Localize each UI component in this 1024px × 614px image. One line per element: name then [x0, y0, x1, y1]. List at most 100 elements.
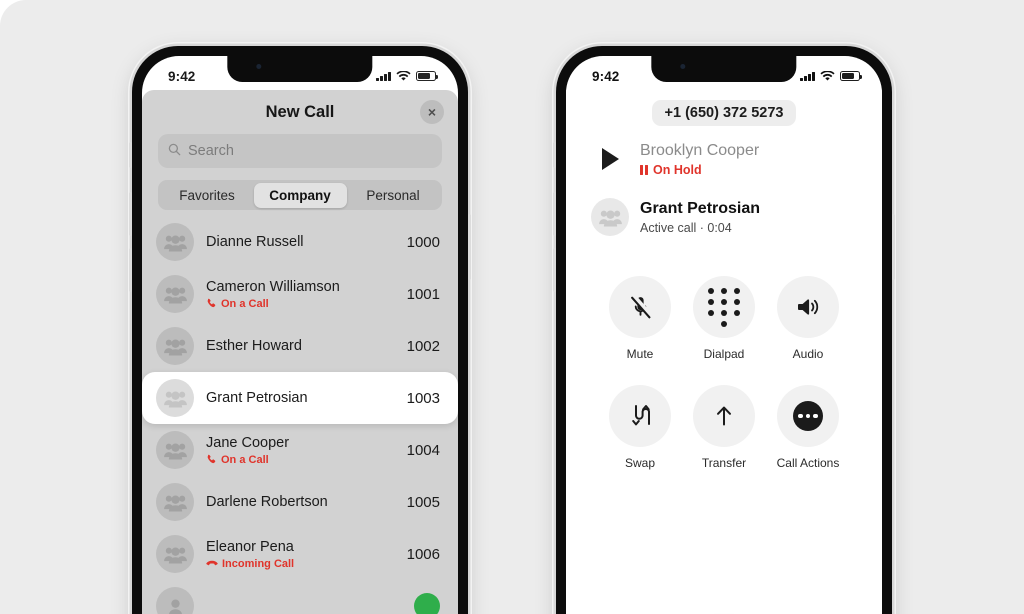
contact-row-grant-petrosian[interactable]: Grant Petrosian 1003	[142, 372, 458, 424]
notch	[651, 56, 797, 82]
phone-screen-left: 9:42 New Call × Search Favorites Company…	[142, 56, 458, 614]
page-title: New Call	[265, 102, 335, 121]
pause-icon	[640, 164, 648, 175]
call-participant-info: Brooklyn Cooper On Hold	[640, 141, 759, 177]
volume-up-button[interactable]	[129, 192, 132, 236]
phone-device-right: 9:42 +1 (650) 372 5273 Brooklyn Cooper O…	[553, 46, 895, 614]
call-button-green[interactable]	[414, 593, 440, 614]
contact-info: Grant Petrosian	[206, 389, 399, 407]
status-badge-text: Incoming Call	[222, 557, 295, 570]
power-button[interactable]	[892, 214, 895, 280]
contact-name: Cameron Williamson	[206, 279, 340, 296]
contact-avatar-icon	[590, 198, 630, 236]
contact-name: Grant Petrosian	[206, 389, 308, 406]
contact-info: Dianne Russell	[206, 233, 399, 251]
contact-avatar-icon	[156, 535, 194, 573]
call-controls-row-2: Swap Transfer Call Actions	[602, 385, 846, 470]
speaker-volume-icon	[777, 276, 839, 338]
search-bar[interactable]	[158, 134, 442, 168]
cellular-signal-icon	[376, 71, 391, 81]
control-label: Swap	[624, 456, 656, 470]
call-participant-info: Grant Petrosian Active call · 0:04	[640, 199, 760, 234]
dialpad-button[interactable]: Dialpad	[686, 276, 762, 361]
notch	[227, 56, 373, 82]
participant-name: Grant Petrosian	[640, 200, 761, 218]
contact-avatar-icon	[156, 483, 194, 521]
swap-arrows-icon	[609, 385, 671, 447]
contact-row-eleanor-pena[interactable]: Eleanor Pena Incoming Call 1006	[142, 528, 458, 580]
wifi-icon	[820, 70, 835, 81]
wifi-icon	[396, 70, 411, 81]
call-participant-grant-petrosian[interactable]: Grant Petrosian Active call · 0:04	[566, 192, 882, 242]
search-container	[142, 134, 458, 168]
call-actions-button[interactable]: Call Actions	[770, 385, 846, 470]
contact-info: Jane Cooper On a Call	[206, 434, 399, 465]
cellular-signal-icon	[800, 71, 815, 81]
status-badge: On a Call	[206, 454, 399, 466]
contact-name: Esther Howard	[206, 337, 302, 354]
silent-switch-button[interactable]	[553, 142, 556, 168]
contact-list: Dianne Russell 1000 Cameron Williamson O…	[142, 216, 458, 614]
volume-down-button[interactable]	[553, 248, 556, 292]
contact-avatar-icon	[156, 431, 194, 469]
volume-up-button[interactable]	[553, 192, 556, 236]
mute-button[interactable]: Mute	[602, 276, 678, 361]
contact-row-dianne-russell[interactable]: Dianne Russell 1000	[142, 216, 458, 268]
participant-status: On Hold	[640, 163, 759, 177]
sheet-header: New Call ×	[142, 90, 458, 134]
contact-avatar-icon	[156, 379, 194, 417]
control-label: Mute	[626, 347, 654, 361]
battery-icon	[840, 71, 862, 81]
contact-row-jane-cooper[interactable]: Jane Cooper On a Call 1004	[142, 424, 458, 476]
contact-name: Dianne Russell	[206, 233, 304, 250]
close-icon[interactable]: ×	[420, 100, 444, 124]
transfer-button[interactable]: Transfer	[686, 385, 762, 470]
contact-scope-segmented-control: Favorites Company Personal	[158, 180, 442, 210]
contact-row-darlene-robertson[interactable]: Darlene Robertson 1005	[142, 476, 458, 528]
participant-status-text: Active call · 0:04	[640, 220, 732, 235]
contact-row-partial[interactable]	[142, 580, 458, 614]
control-label: Call Actions	[776, 456, 840, 470]
battery-icon	[416, 71, 438, 81]
ellipsis-icon	[777, 385, 839, 447]
active-call-view: +1 (650) 372 5273 Brooklyn Cooper On Hol…	[566, 90, 882, 614]
volume-down-button[interactable]	[129, 248, 132, 292]
play-resume-icon[interactable]	[590, 148, 630, 170]
audio-button[interactable]: Audio	[770, 276, 846, 361]
contact-extension: 1000	[406, 233, 440, 251]
contact-avatar-icon	[156, 275, 194, 313]
new-call-sheet: New Call × Favorites Company Personal	[142, 90, 458, 614]
screenshot-canvas: 9:42 New Call × Search Favorites Company…	[0, 0, 1024, 614]
arrow-up-icon	[693, 385, 755, 447]
incoming-call-icon	[206, 560, 218, 566]
search-input[interactable]	[188, 143, 432, 159]
contact-name: Darlene Robertson	[206, 493, 328, 510]
contact-row-esther-howard[interactable]: Esther Howard 1002	[142, 320, 458, 372]
contact-info: Cameron Williamson On a Call	[206, 278, 399, 309]
contact-extension: 1001	[406, 285, 440, 303]
tab-favorites[interactable]: Favorites	[161, 183, 254, 208]
power-button[interactable]	[468, 214, 471, 280]
swap-button[interactable]: Swap	[602, 385, 678, 470]
participant-status: Active call · 0:04	[640, 221, 760, 235]
contact-info: Esther Howard	[206, 337, 399, 355]
control-label: Transfer	[701, 456, 747, 470]
participant-status-text: On Hold	[653, 162, 702, 177]
contact-row-cameron-williamson[interactable]: Cameron Williamson On a Call 1001	[142, 268, 458, 320]
status-badge: Incoming Call	[206, 558, 399, 570]
call-participant-brooklyn-cooper[interactable]: Brooklyn Cooper On Hold	[566, 134, 882, 184]
tab-company[interactable]: Company	[253, 182, 347, 208]
contact-extension: 1006	[406, 545, 440, 563]
contact-avatar-icon	[156, 327, 194, 365]
phone-device-left: 9:42 New Call × Search Favorites Company…	[129, 46, 471, 614]
status-time: 9:42	[168, 68, 196, 84]
contact-avatar-icon	[156, 587, 194, 614]
contact-extension: 1004	[406, 441, 440, 459]
control-label: Audio	[792, 347, 824, 361]
contact-info: Eleanor Pena Incoming Call	[206, 538, 399, 569]
status-badge-text: On a Call	[221, 297, 269, 310]
tab-personal[interactable]: Personal	[347, 183, 440, 208]
silent-switch-button[interactable]	[129, 142, 132, 168]
microphone-muted-icon	[609, 276, 671, 338]
call-controls-row-1: Mute Dialpad Audio	[602, 276, 846, 361]
